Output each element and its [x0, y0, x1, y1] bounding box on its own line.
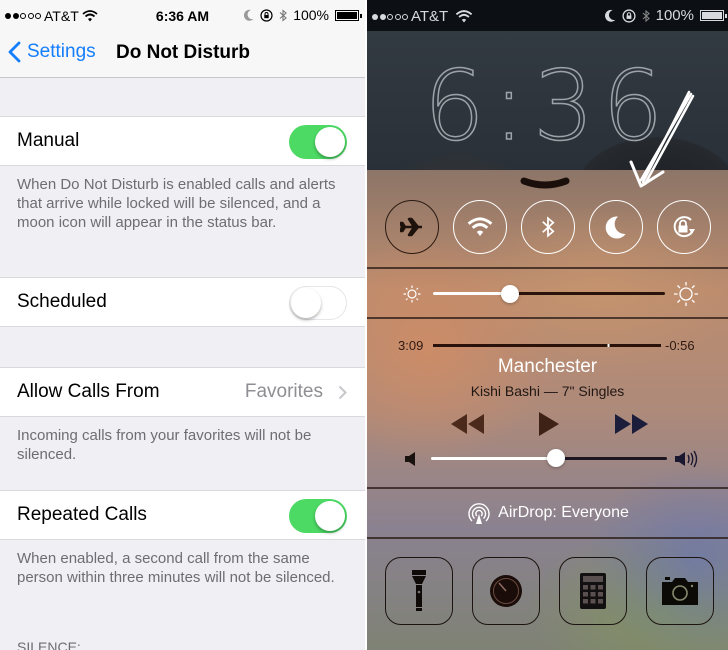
- scheduled-label: Scheduled: [17, 291, 107, 312]
- allow-calls-from-row[interactable]: Allow Calls From Favorites: [0, 367, 365, 417]
- manual-footer: When Do Not Disturb is enabled calls and…: [17, 176, 336, 231]
- scheduled-toggle[interactable]: [289, 286, 347, 320]
- status-bar: AT&T 100%: [367, 0, 728, 31]
- scheduled-row: Scheduled: [0, 277, 365, 327]
- airplane-icon: [400, 217, 422, 237]
- divider: [367, 537, 728, 539]
- status-bar: AT&T 6:36 AM 100%: [0, 0, 365, 32]
- back-button-label: Settings: [27, 41, 96, 62]
- navigation-bar: Settings Do Not Disturb: [0, 32, 365, 78]
- silence-section-header: SILENCE:: [17, 639, 81, 650]
- brightness-slider-thumb[interactable]: [500, 285, 519, 303]
- camera-icon: [662, 577, 698, 605]
- volume-high-icon: [675, 450, 698, 468]
- music-scrubber[interactable]: [433, 344, 661, 347]
- divider: [367, 267, 728, 269]
- brightness-slider[interactable]: [433, 292, 665, 295]
- moon-icon: [605, 216, 626, 239]
- status-right: 100%: [604, 7, 727, 24]
- allow-calls-footer: Incoming calls from your favorites will …: [17, 427, 312, 463]
- do-not-disturb-settings-screen: AT&T 6:36 AM 100% Settings Do Not Distur…: [0, 0, 365, 650]
- wifi-icon: [467, 217, 493, 236]
- moon-icon: [604, 9, 615, 22]
- wifi-icon: [456, 10, 473, 23]
- airdrop-button[interactable]: AirDrop: Everyone: [367, 502, 728, 524]
- dismiss-grabber-icon[interactable]: [520, 176, 570, 192]
- manual-row: Manual: [0, 116, 365, 166]
- bluetooth-icon: [642, 9, 650, 22]
- do-not-disturb-toggle[interactable]: [589, 200, 643, 254]
- page-title: Do Not Disturb: [116, 42, 251, 63]
- camera-button[interactable]: [646, 557, 714, 625]
- manual-toggle[interactable]: [289, 125, 347, 159]
- brightness-high-icon: [674, 282, 698, 306]
- volume-low-icon: [405, 452, 415, 466]
- calculator-icon: [580, 573, 606, 609]
- annotation-arrow: [629, 90, 695, 188]
- music-remaining-time: -0:56: [665, 338, 695, 353]
- airdrop-icon: [468, 503, 490, 524]
- rotation-lock-toggle[interactable]: [657, 200, 711, 254]
- bluetooth-icon: [542, 216, 555, 238]
- song-artist-album: Kishi Bashi — 7" Singles: [470, 383, 625, 399]
- control-center-screen: 6:36 AT&T 100% 3:09 -0:56 Manchester Kis…: [367, 0, 728, 650]
- chevron-right-icon: [338, 385, 347, 400]
- control-center-panel: 3:09 -0:56 Manchester Kishi Bashi — 7" S…: [367, 90, 728, 650]
- carrier-name: AT&T: [411, 8, 449, 25]
- battery-icon: [335, 9, 362, 21]
- rewind-button[interactable]: [451, 414, 485, 434]
- song-title: Manchester: [497, 356, 598, 377]
- repeated-calls-row: Repeated Calls: [0, 490, 365, 540]
- wifi-toggle[interactable]: [453, 200, 507, 254]
- airdrop-label: AirDrop: Everyone: [498, 504, 629, 521]
- calculator-button[interactable]: [559, 557, 627, 625]
- quick-toggles: [367, 200, 728, 254]
- status-right: 100%: [244, 7, 362, 23]
- bluetooth-icon: [279, 8, 288, 22]
- repeated-calls-toggle[interactable]: [289, 499, 347, 533]
- battery-percent: 100%: [655, 7, 694, 24]
- chevron-left-icon: [8, 41, 21, 63]
- airplane-mode-toggle[interactable]: [385, 200, 439, 254]
- bluetooth-toggle[interactable]: [521, 200, 575, 254]
- music-elapsed-time: 3:09: [398, 338, 424, 353]
- battery-icon: [700, 10, 727, 21]
- fast-forward-button[interactable]: [615, 414, 649, 434]
- repeated-calls-footer: When enabled, a second call from the sam…: [17, 550, 335, 586]
- flashlight-icon: [412, 570, 426, 611]
- rotation-lock-icon: [622, 8, 636, 23]
- timer-icon: [490, 575, 522, 607]
- back-button[interactable]: Settings: [8, 41, 96, 63]
- play-button[interactable]: [539, 412, 559, 436]
- rotation-lock-icon: [673, 216, 695, 238]
- battery-percent: 100%: [293, 7, 329, 23]
- carrier-signal: AT&T: [372, 8, 473, 25]
- moon-icon: [244, 9, 254, 21]
- volume-slider-thumb[interactable]: [547, 449, 566, 467]
- divider: [367, 317, 728, 319]
- allow-calls-from-label: Allow Calls From: [17, 381, 160, 402]
- signal-strength-icon: [372, 13, 408, 20]
- timer-button[interactable]: [472, 557, 540, 625]
- divider: [367, 487, 728, 489]
- manual-label: Manual: [17, 130, 80, 151]
- repeated-calls-label: Repeated Calls: [17, 504, 147, 525]
- brightness-low-icon: [403, 285, 421, 303]
- allow-calls-from-value: Favorites: [244, 381, 323, 402]
- rotation-lock-icon: [260, 8, 273, 22]
- flashlight-button[interactable]: [385, 557, 453, 625]
